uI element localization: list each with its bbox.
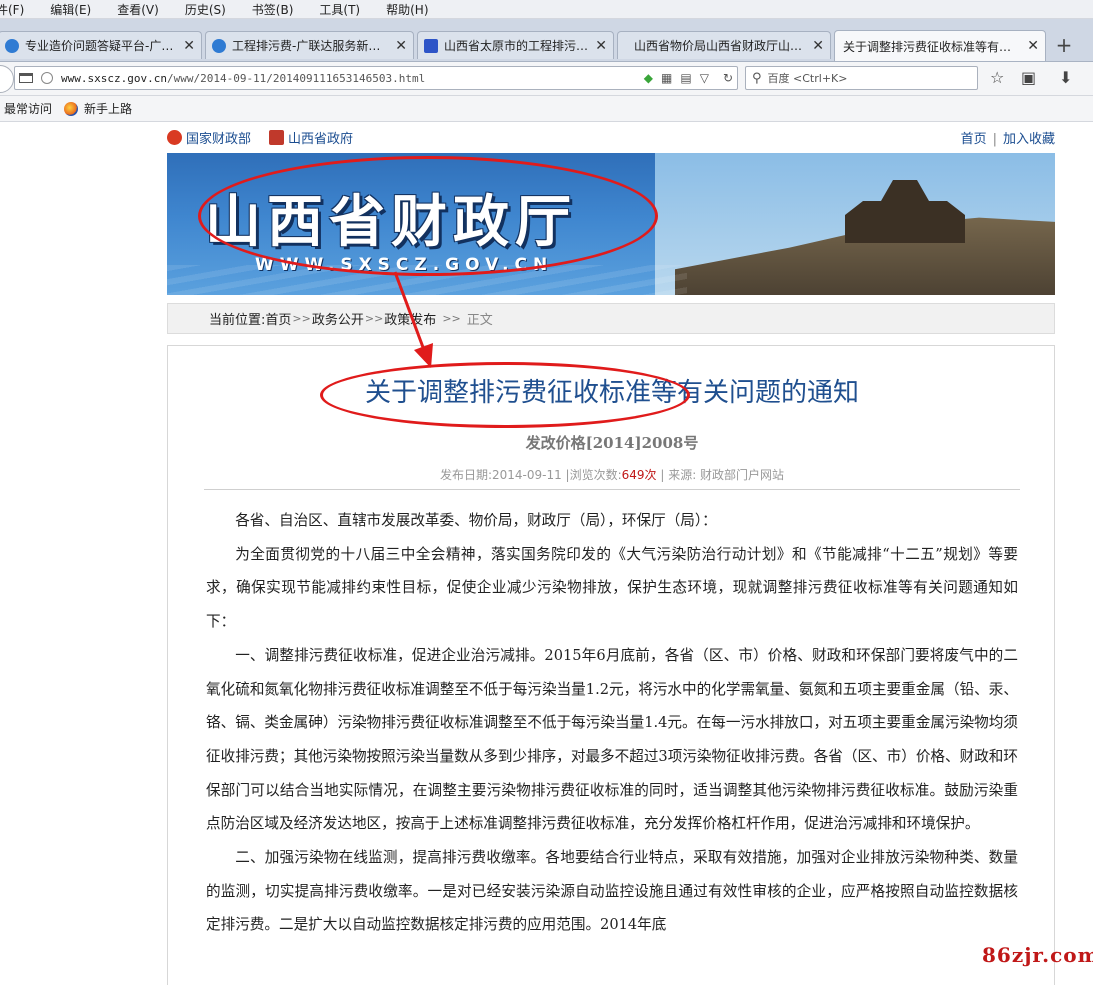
history-icon[interactable] bbox=[19, 73, 33, 83]
link-ministry-of-finance[interactable]: 国家财政部 bbox=[167, 128, 251, 147]
tab-strip: 专业造价问题答疑平台-广… ✕ 工程排污费-广联达服务新… ✕ 山西省太原市的工… bbox=[0, 19, 1093, 62]
tab-label: 山西省太原市的工程排污… bbox=[444, 39, 589, 53]
add-favorite-link[interactable]: 加入收藏 bbox=[1003, 132, 1055, 147]
nav-bar: www.sxscz.gov.cn/www/2014-09-11/20140911… bbox=[0, 62, 1093, 96]
article-document-number: 发改价格[2014]2008号 bbox=[525, 434, 699, 452]
breadcrumb: 当前位置: 首页 >> 政务公开 >> 政策发布 >> 正文 bbox=[167, 303, 1055, 334]
national-emblem-icon bbox=[167, 130, 182, 145]
search-box[interactable]: ⚲ 百度 <Ctrl+K> bbox=[745, 66, 978, 90]
menu-edit[interactable]: 编辑(E) bbox=[50, 1, 91, 18]
article-panel: 关于调整排污费征收标准等有关问题的通知 发改价格[2014]2008号 发布日期… bbox=[167, 345, 1055, 985]
menu-view[interactable]: 查看(V) bbox=[117, 1, 159, 18]
link-label: 山西省政府 bbox=[288, 132, 354, 147]
article-paragraph: 为全面贯彻党的十八届三中全会精神，落实国务院印发的《大气污染防治行动计划》和《节… bbox=[206, 545, 1018, 631]
menu-help[interactable]: 帮助(H) bbox=[386, 1, 428, 18]
tab-current-article[interactable]: 关于调整排污费征收标准等有… ✕ bbox=[834, 30, 1046, 61]
url-text[interactable]: www.sxscz.gov.cn/www/2014-09-11/20140911… bbox=[61, 72, 640, 85]
publish-date: 发布日期:2014-09-11 |浏览次数: bbox=[439, 468, 622, 482]
tab-price-bureau[interactable]: 山西省物价局山西省财政厅山… ✕ bbox=[617, 31, 831, 59]
view-count: 649次 bbox=[621, 468, 657, 482]
site-right-links: 首页 | 加入收藏 bbox=[961, 128, 1055, 147]
breadcrumb-government-affairs[interactable]: 政务公开 bbox=[312, 309, 364, 328]
glodon-icon bbox=[5, 38, 19, 53]
tab-baidu-search[interactable]: 山西省太原市的工程排污… ✕ bbox=[417, 31, 614, 59]
breadcrumb-current: 正文 bbox=[466, 313, 493, 328]
breadcrumb-home[interactable]: 首页 bbox=[265, 309, 291, 328]
bookmark-label: 新手上路 bbox=[84, 102, 133, 116]
menu-tools[interactable]: 工具(T) bbox=[319, 1, 360, 18]
download-icon[interactable]: ⬇ bbox=[1059, 68, 1072, 87]
government-emblem-icon bbox=[269, 130, 284, 145]
firefox-icon bbox=[64, 101, 79, 116]
article-divider bbox=[204, 489, 1020, 490]
article-body: 各省、自治区、直辖市发展改革委、物价局，财政厅（局），环保厅（局）： 为全面贯彻… bbox=[206, 504, 1018, 942]
bookmark-star-icon[interactable]: ☆ bbox=[990, 68, 1004, 87]
close-icon[interactable]: ✕ bbox=[1027, 38, 1039, 54]
annotation-ellipse-title bbox=[320, 362, 690, 428]
annotation-ellipse-banner bbox=[198, 156, 658, 276]
tab-label: 关于调整排污费征收标准等有… bbox=[843, 39, 1012, 54]
shield-icon[interactable]: ◆ bbox=[644, 71, 653, 85]
new-tab-button[interactable]: + bbox=[1054, 35, 1074, 55]
link-shanxi-government[interactable]: 山西省政府 bbox=[269, 128, 353, 147]
breadcrumb-prefix: 当前位置: bbox=[209, 313, 266, 328]
breadcrumb-separator: >> bbox=[442, 312, 461, 325]
article-source: | 来源: 财政部门户网站 bbox=[656, 468, 785, 482]
url-path: /www/2014-09-11/201409111653146503.html bbox=[166, 71, 426, 85]
article-paragraph: 二、加强污染物在线监测，提高排污费收缴率。各地要结合行业特点，采取有效措施，加强… bbox=[206, 849, 1018, 934]
tab-label: 山西省物价局山西省财政厅山… bbox=[634, 39, 803, 53]
bookmark-most-visited[interactable]: 最常访问 bbox=[4, 100, 52, 117]
bookmark-label: 最常访问 bbox=[4, 102, 53, 116]
menu-bar: 件(F) 编辑(E) 查看(V) 历史(S) 书签(B) 工具(T) 帮助(H) bbox=[0, 0, 1093, 19]
watermark: 86zjr.com bbox=[982, 943, 1093, 967]
separator: | bbox=[992, 132, 997, 147]
close-icon[interactable]: ✕ bbox=[395, 38, 407, 54]
close-icon[interactable]: ✕ bbox=[812, 38, 824, 54]
close-icon[interactable]: ✕ bbox=[595, 38, 607, 54]
tab-glodon-qa[interactable]: 专业造价问题答疑平台-广… ✕ bbox=[0, 31, 202, 59]
globe-icon bbox=[41, 72, 53, 84]
article-meta: 发布日期:2014-09-11 |浏览次数:649次 | 来源: 财政部门户网站 bbox=[168, 466, 1056, 483]
tab-label: 专业造价问题答疑平台-广… bbox=[25, 39, 174, 53]
site-top-links: 国家财政部 山西省政府 首页 | 加入收藏 bbox=[167, 128, 1055, 148]
article-paragraph: 一、调整排污费征收标准，促进企业治污减排。2015年6月底前，各省（区、市）价格… bbox=[206, 646, 1018, 833]
menu-history[interactable]: 历史(S) bbox=[185, 1, 226, 18]
breadcrumb-policy-release[interactable]: 政策发布 bbox=[384, 309, 436, 328]
bookmarks-toolbar: 最常访问 新手上路 bbox=[0, 96, 1093, 122]
url-host: www.sxscz.gov.cn bbox=[61, 71, 167, 85]
baidu-paw-icon bbox=[424, 38, 438, 53]
back-button[interactable] bbox=[0, 65, 14, 93]
close-icon[interactable]: ✕ bbox=[183, 38, 195, 54]
breadcrumb-separator: >> bbox=[364, 312, 384, 325]
qr-code-icon[interactable]: ▦ bbox=[661, 71, 672, 85]
menu-file[interactable]: 件(F) bbox=[0, 1, 24, 18]
link-label: 国家财政部 bbox=[186, 132, 252, 147]
tab-glodon-service[interactable]: 工程排污费-广联达服务新… ✕ bbox=[205, 31, 414, 59]
article-paragraph: 各省、自治区、直辖市发展改革委、物价局，财政厅（局），环保厅（局）： bbox=[235, 512, 717, 529]
url-bar[interactable]: www.sxscz.gov.cn/www/2014-09-11/20140911… bbox=[14, 66, 738, 90]
menu-bookmarks[interactable]: 书签(B) bbox=[252, 1, 294, 18]
dropdown-icon[interactable]: ▽ bbox=[700, 71, 709, 85]
reader-icon[interactable]: ▤ bbox=[680, 71, 691, 85]
home-link[interactable]: 首页 bbox=[961, 132, 987, 147]
search-placeholder: 百度 <Ctrl+K> bbox=[767, 72, 848, 85]
bookmarks-panel-icon[interactable]: ▣ bbox=[1021, 68, 1036, 87]
reload-icon[interactable]: ↻ bbox=[723, 71, 733, 85]
tab-label: 工程排污费-广联达服务新… bbox=[232, 39, 381, 53]
glodon-icon bbox=[212, 38, 226, 53]
breadcrumb-separator: >> bbox=[292, 312, 311, 325]
bookmark-getting-started[interactable]: 新手上路 bbox=[64, 100, 132, 117]
search-icon: ⚲ bbox=[752, 70, 762, 86]
